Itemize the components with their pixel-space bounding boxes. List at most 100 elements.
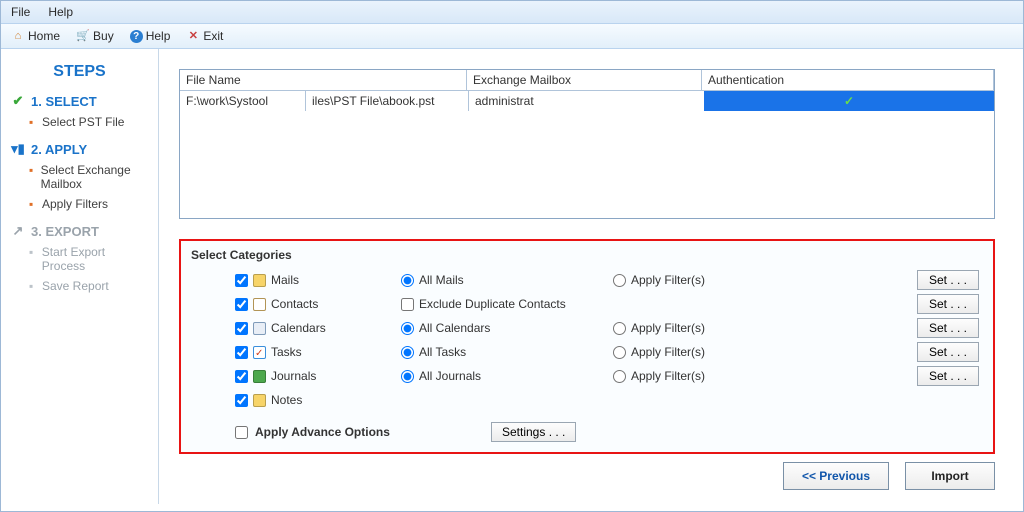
previous-button[interactable]: << Previous [783,462,889,490]
calendars-filter-radio[interactable] [613,322,626,335]
cart-icon: 🛒 [76,29,90,43]
step-3-label: 3. EXPORT [31,224,99,239]
mails-filter-radio[interactable] [613,274,626,287]
journals-all-label: All Journals [419,369,481,383]
home-button[interactable]: ⌂ Home [11,29,60,43]
step-1-label: 1. SELECT [31,94,97,109]
menubar: File Help [1,1,1023,24]
step-1-sub-select-pst[interactable]: ▪ Select PST File [29,115,148,129]
step-1-select[interactable]: ✔ 1. SELECT [11,93,148,109]
menu-file[interactable]: File [11,5,30,19]
mails-all-radio[interactable] [401,274,414,287]
home-icon: ⌂ [11,29,25,43]
step-3-sub1-label: Start Export Process [42,245,148,273]
tasks-filter-label: Apply Filter(s) [631,345,705,359]
file-table-header: File Name Exchange Mailbox Authenticatio… [180,70,994,91]
calendars-all-label: All Calendars [419,321,490,335]
journals-set-button[interactable]: Set . . . [917,366,979,386]
advance-options-row: Apply Advance Options Settings . . . [191,422,983,442]
category-row-mails: Mails All Mails Apply Filter(s) Set . . … [191,268,983,292]
contacts-icon [253,298,266,311]
import-button[interactable]: Import [905,462,995,490]
notes-label: Notes [271,393,302,407]
step-2-label: 2. APPLY [31,142,87,157]
steps-sidebar: STEPS ✔ 1. SELECT ▪ Select PST File ▾▮ 2… [1,49,159,504]
exit-button[interactable]: ✕ Exit [186,29,223,43]
tasks-set-button[interactable]: Set . . . [917,342,979,362]
close-icon: ✕ [186,29,200,43]
journals-filter-radio[interactable] [613,370,626,383]
step-2-sub2-label: Apply Filters [42,197,108,211]
tasks-label: Tasks [271,345,302,359]
calendars-filter-label: Apply Filter(s) [631,321,705,335]
arrow-icon: ↗ [11,223,25,239]
step-2-sub1-label: Select Exchange Mailbox [41,163,148,191]
tasks-all-label: All Tasks [419,345,466,359]
calendars-label: Calendars [271,321,326,335]
exit-label: Exit [203,29,223,43]
step-3-sub2-label: Save Report [42,279,109,293]
check-icon: ✔ [11,93,25,109]
col-mailbox[interactable]: Exchange Mailbox [467,70,702,90]
calendars-all-radio[interactable] [401,322,414,335]
journals-all-radio[interactable] [401,370,414,383]
mails-filter-label: Apply Filter(s) [631,273,705,287]
settings-button[interactable]: Settings . . . [491,422,576,442]
journals-label: Journals [271,369,316,383]
calendars-checkbox[interactable] [235,322,248,335]
notes-checkbox[interactable] [235,394,248,407]
step-2-sub-mailbox[interactable]: ▪ Select Exchange Mailbox [29,163,148,191]
main-area: STEPS ✔ 1. SELECT ▪ Select PST File ▾▮ 2… [1,49,1023,504]
home-label: Home [28,29,60,43]
calendars-set-button[interactable]: Set . . . [917,318,979,338]
advance-options-label: Apply Advance Options [255,425,390,439]
journals-icon [253,370,266,383]
mail-icon [253,274,266,287]
help-button[interactable]: ? Help [130,29,171,43]
tasks-filter-radio[interactable] [613,346,626,359]
cell-path-b: iles\PST File\abook.pst [306,91,468,111]
toolbar: ⌂ Home 🛒 Buy ? Help ✕ Exit [1,24,1023,49]
categories-title: Select Categories [191,245,983,268]
content-area: File Name Exchange Mailbox Authenticatio… [159,49,1023,504]
cell-mailbox: administrat [469,91,704,111]
tasks-all-radio[interactable] [401,346,414,359]
category-row-journals: Journals All Journals Apply Filter(s) Se… [191,364,983,388]
journals-filter-label: Apply Filter(s) [631,369,705,383]
filter-icon: ▾▮ [11,141,25,157]
step-1-sub-label: Select PST File [42,115,124,129]
category-row-tasks: Tasks All Tasks Apply Filter(s) Set . . … [191,340,983,364]
step-3-sub-start[interactable]: ▪ Start Export Process [29,245,148,273]
mails-checkbox[interactable] [235,274,248,287]
contacts-exclude-checkbox[interactable] [401,298,414,311]
mails-all-label: All Mails [419,273,464,287]
mails-label: Mails [271,273,299,287]
step-2-sub-filters[interactable]: ▪ Apply Filters [29,197,148,211]
contacts-checkbox[interactable] [235,298,248,311]
buy-button[interactable]: 🛒 Buy [76,29,114,43]
step-3-sub-save[interactable]: ▪ Save Report [29,279,148,293]
auth-check-icon: ✓ [844,94,854,108]
buy-label: Buy [93,29,114,43]
step-2-apply[interactable]: ▾▮ 2. APPLY [11,141,148,157]
mails-set-button[interactable]: Set . . . [917,270,979,290]
select-categories-panel: Select Categories Mails All Mails Apply … [179,239,995,454]
step-3-export[interactable]: ↗ 3. EXPORT [11,223,148,239]
category-row-contacts: Contacts Exclude Duplicate Contacts Set … [191,292,983,316]
journals-checkbox[interactable] [235,370,248,383]
advance-options-checkbox[interactable] [235,426,248,439]
tasks-icon [253,346,266,359]
bullet-icon: ▪ [29,245,36,273]
tasks-checkbox[interactable] [235,346,248,359]
col-filename[interactable]: File Name [180,70,467,90]
help-icon: ? [130,30,143,43]
category-row-notes: Notes [191,388,983,412]
file-table: File Name Exchange Mailbox Authenticatio… [179,69,995,219]
bullet-icon: ▪ [29,163,35,191]
col-auth[interactable]: Authentication [702,70,994,90]
table-row[interactable]: F:\work\Systool iles\PST File\abook.pst … [180,91,994,111]
calendar-icon [253,322,266,335]
contacts-set-button[interactable]: Set . . . [917,294,979,314]
category-row-calendars: Calendars All Calendars Apply Filter(s) … [191,316,983,340]
menu-help[interactable]: Help [48,5,73,19]
